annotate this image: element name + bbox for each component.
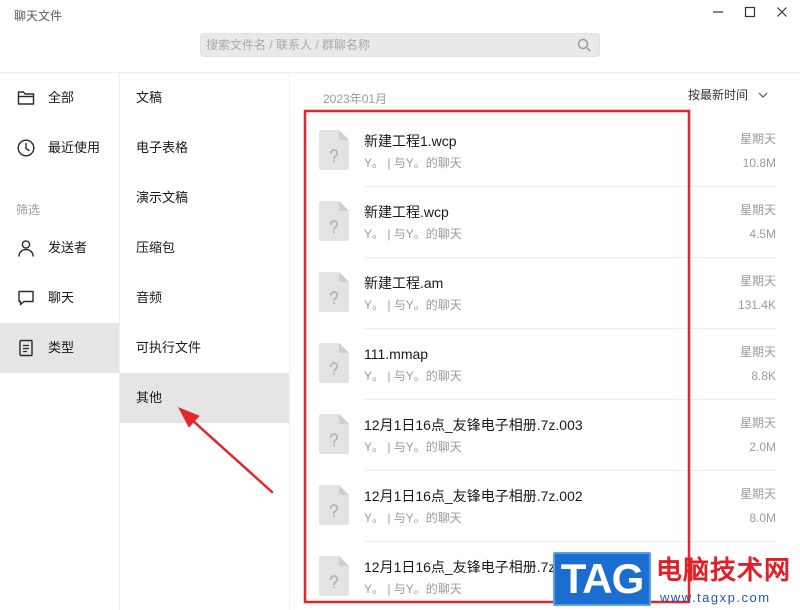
type-item-label: 其他 bbox=[136, 390, 163, 405]
filter-heading: 筛选 bbox=[0, 173, 119, 223]
close-button[interactable] bbox=[772, 3, 792, 21]
maximize-button[interactable] bbox=[740, 3, 760, 21]
type-item-label: 文稿 bbox=[136, 90, 163, 105]
file-name: 111.mmap bbox=[364, 346, 429, 362]
file-name: 新建工程.wcp bbox=[364, 204, 449, 220]
file-info: 12月1日16点_友锋电子相册.7z Y。 | 与Y。的聊天 bbox=[364, 542, 776, 610]
type-item-presentations[interactable]: 演示文稿 bbox=[120, 173, 289, 223]
file-source: Y。 | 与Y。的聊天 bbox=[364, 298, 462, 312]
sidebar-item-label: 全部 bbox=[48, 90, 75, 105]
file-row[interactable]: 新建工程1.wcp Y。 | 与Y。的聊天 星期天 10.8M bbox=[290, 116, 800, 187]
file-size: 4.5M bbox=[749, 227, 776, 241]
document-icon bbox=[19, 339, 33, 357]
type-item-label: 演示文稿 bbox=[136, 190, 189, 205]
file-source: Y。 | 与Y。的聊天 bbox=[364, 582, 462, 596]
file-row[interactable]: 12月1日16点_友锋电子相册.7z Y。 | 与Y。的聊天 bbox=[290, 542, 800, 610]
file-list: 新建工程1.wcp Y。 | 与Y。的聊天 星期天 10.8M 新建工程.wcp… bbox=[290, 116, 800, 610]
file-date: 星期天 bbox=[739, 203, 776, 217]
file-row[interactable]: 12月1日16点_友锋电子相册.7z.003 Y。 | 与Y。的聊天 星期天 2… bbox=[290, 400, 800, 471]
type-item-audio[interactable]: 音频 bbox=[120, 273, 289, 323]
file-size: 8.8K bbox=[751, 369, 776, 383]
file-info: 新建工程.wcp Y。 | 与Y。的聊天 星期天 4.5M bbox=[364, 187, 776, 258]
type-item-archives[interactable]: 压缩包 bbox=[120, 223, 289, 273]
chat-bubble-icon bbox=[18, 290, 34, 306]
sidebar-item-label: 最近使用 bbox=[48, 140, 101, 155]
sidebar: 全部 最近使用 筛选 发送者 聊天 类型 bbox=[0, 73, 120, 610]
file-source: Y。 | 与Y。的聊天 bbox=[364, 156, 462, 170]
file-size: 10.8M bbox=[742, 156, 776, 170]
person-icon bbox=[18, 240, 34, 257]
sidebar-item-type[interactable]: 类型 bbox=[0, 323, 119, 373]
sidebar-item-label: 聊天 bbox=[48, 290, 75, 305]
sidebar-item-chat[interactable]: 聊天 bbox=[0, 273, 119, 323]
unknown-file-icon bbox=[319, 485, 349, 525]
filter-heading-label: 筛选 bbox=[16, 203, 41, 217]
type-item-label: 电子表格 bbox=[136, 140, 189, 155]
file-size: 2.0M bbox=[749, 440, 776, 454]
title-bar: 聊天文件 bbox=[0, 0, 800, 73]
type-item-documents[interactable]: 文稿 bbox=[120, 73, 289, 123]
type-item-label: 压缩包 bbox=[136, 240, 176, 255]
file-info: 12月1日16点_友锋电子相册.7z.003 Y。 | 与Y。的聊天 星期天 2… bbox=[364, 400, 776, 471]
file-info: 新建工程.am Y。 | 与Y。的聊天 星期天 131.4K bbox=[364, 258, 776, 329]
maximize-icon bbox=[744, 6, 756, 18]
unknown-file-icon bbox=[319, 272, 349, 312]
chat-files-window: 聊天文件 搜索文件名 / 联系人 / 群聊名称 全部 最近使用 筛选 发送者 聊… bbox=[0, 0, 800, 610]
unknown-file-icon bbox=[319, 343, 349, 383]
file-row[interactable]: 111.mmap Y。 | 与Y。的聊天 星期天 8.8K bbox=[290, 329, 800, 400]
sidebar-item-recent[interactable]: 最近使用 bbox=[0, 123, 119, 173]
folder-icon bbox=[17, 91, 35, 105]
type-item-label: 可执行文件 bbox=[136, 340, 202, 355]
file-source: Y。 | 与Y。的聊天 bbox=[364, 227, 462, 241]
file-row[interactable]: 新建工程.wcp Y。 | 与Y。的聊天 星期天 4.5M bbox=[290, 187, 800, 258]
file-source: Y。 | 与Y。的聊天 bbox=[364, 369, 462, 383]
file-date: 星期天 bbox=[739, 132, 776, 146]
file-source: Y。 | 与Y。的聊天 bbox=[364, 511, 462, 525]
unknown-file-icon bbox=[319, 414, 349, 454]
file-date: 星期天 bbox=[739, 416, 776, 430]
file-name: 12月1日16点_友锋电子相册.7z bbox=[364, 559, 556, 575]
type-list: 文稿 电子表格 演示文稿 压缩包 音频 可执行文件 其他 bbox=[120, 73, 290, 610]
file-name: 12月1日16点_友锋电子相册.7z.002 bbox=[364, 488, 583, 504]
file-date: 星期天 bbox=[739, 487, 776, 501]
file-date: 星期天 bbox=[739, 274, 776, 288]
unknown-file-icon bbox=[319, 130, 349, 170]
minimize-icon bbox=[713, 11, 723, 13]
minimize-button[interactable] bbox=[708, 3, 728, 21]
clock-icon bbox=[17, 139, 35, 157]
file-row[interactable]: 12月1日16点_友锋电子相册.7z.002 Y。 | 与Y。的聊天 星期天 8… bbox=[290, 471, 800, 542]
sidebar-item-label: 发送者 bbox=[48, 240, 88, 255]
file-name: 新建工程1.wcp bbox=[364, 133, 457, 149]
file-info: 新建工程1.wcp Y。 | 与Y。的聊天 星期天 10.8M bbox=[364, 116, 776, 187]
sort-dropdown[interactable]: 按最新时间 bbox=[688, 86, 768, 104]
sort-label: 按最新时间 bbox=[688, 88, 749, 102]
search-box[interactable] bbox=[200, 33, 600, 57]
file-date: 星期天 bbox=[739, 345, 776, 359]
file-name: 12月1日16点_友锋电子相册.7z.003 bbox=[364, 417, 583, 433]
file-source: Y。 | 与Y。的聊天 bbox=[364, 440, 462, 454]
sidebar-item-all[interactable]: 全部 bbox=[0, 73, 119, 123]
type-item-spreadsheets[interactable]: 电子表格 bbox=[120, 123, 289, 173]
file-size: 131.4K bbox=[737, 298, 776, 312]
month-heading: 2023年01月 bbox=[323, 92, 388, 106]
type-item-executables[interactable]: 可执行文件 bbox=[120, 323, 289, 373]
file-info: 111.mmap Y。 | 与Y。的聊天 星期天 8.8K bbox=[364, 329, 776, 400]
file-size: 8.0M bbox=[749, 511, 776, 525]
search-icon bbox=[577, 38, 591, 52]
sidebar-item-sender[interactable]: 发送者 bbox=[0, 223, 119, 273]
sidebar-item-label: 类型 bbox=[48, 340, 75, 355]
file-panel: 2023年01月 按最新时间 新建工程1.wcp Y。 | 与Y。的聊天 星期天… bbox=[290, 73, 800, 610]
search-input[interactable] bbox=[201, 34, 571, 56]
chevron-down-icon bbox=[758, 92, 768, 98]
window-title: 聊天文件 bbox=[14, 9, 63, 23]
file-info: 12月1日16点_友锋电子相册.7z.002 Y。 | 与Y。的聊天 星期天 8… bbox=[364, 471, 776, 542]
file-name: 新建工程.am bbox=[364, 275, 444, 291]
unknown-file-icon bbox=[319, 201, 349, 241]
unknown-file-icon bbox=[319, 556, 349, 596]
file-row[interactable]: 新建工程.am Y。 | 与Y。的聊天 星期天 131.4K bbox=[290, 258, 800, 329]
close-icon bbox=[777, 7, 787, 17]
type-item-label: 音频 bbox=[136, 290, 163, 305]
type-item-other[interactable]: 其他 bbox=[120, 373, 289, 423]
